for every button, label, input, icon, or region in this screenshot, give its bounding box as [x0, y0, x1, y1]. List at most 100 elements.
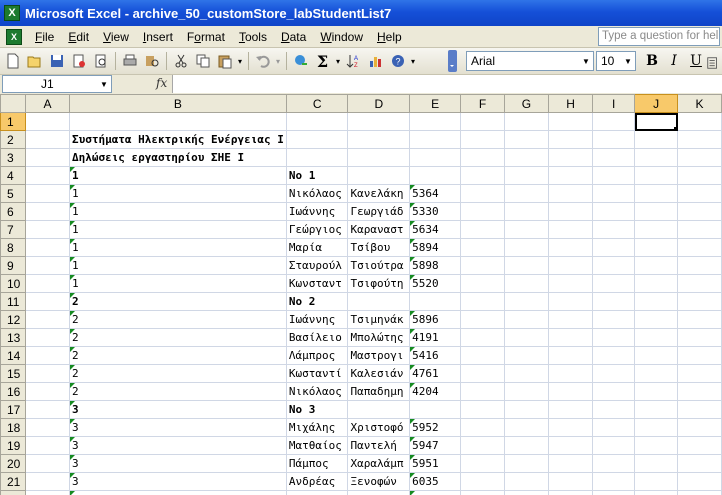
cell-f16[interactable]: [460, 382, 505, 401]
cell-d12[interactable]: Τσιμηνάκ: [347, 310, 411, 329]
cell-j20[interactable]: [634, 454, 679, 473]
cell-c19[interactable]: Ματθαίος: [285, 436, 349, 455]
cell-g11[interactable]: [503, 292, 550, 311]
cell-k15[interactable]: [677, 364, 722, 383]
cell-c20[interactable]: Πάμπος: [285, 454, 349, 473]
cell-i3[interactable]: [592, 148, 636, 167]
cell-i6[interactable]: [592, 202, 636, 221]
row-header[interactable]: 7: [0, 220, 27, 239]
cell-b16[interactable]: 2: [68, 382, 287, 401]
cell-k12[interactable]: [677, 310, 722, 329]
cell-h12[interactable]: [548, 310, 594, 329]
cell-e12[interactable]: 5896: [409, 310, 462, 329]
cell-a4[interactable]: [25, 166, 70, 185]
cell-d17[interactable]: [347, 400, 411, 419]
cell-c12[interactable]: Ιωάννης: [285, 310, 349, 329]
cell-k19[interactable]: [677, 436, 722, 455]
cell-c4[interactable]: Νο 1: [285, 166, 349, 185]
cell-f22[interactable]: [460, 490, 505, 495]
cell-h11[interactable]: [548, 292, 594, 311]
cell-a10[interactable]: [25, 274, 70, 293]
cell-c13[interactable]: Βασίλειο: [285, 328, 349, 347]
cell-k20[interactable]: [677, 454, 722, 473]
cell-j10[interactable]: [634, 274, 679, 293]
cell-g10[interactable]: [503, 274, 550, 293]
cell-d21[interactable]: Ξενοφών: [347, 472, 411, 491]
cell-k2[interactable]: [677, 130, 722, 149]
row-header[interactable]: 6: [0, 202, 27, 221]
hyperlink-icon[interactable]: [290, 51, 311, 72]
column-header-f[interactable]: F: [460, 94, 505, 113]
cell-g2[interactable]: [503, 130, 550, 149]
open-icon[interactable]: [24, 51, 45, 72]
print-icon[interactable]: [119, 51, 140, 72]
row-header[interactable]: 17: [0, 400, 27, 419]
cell-f5[interactable]: [460, 184, 505, 203]
cell-b18[interactable]: 3: [68, 418, 287, 437]
cell-g17[interactable]: [503, 400, 550, 419]
cell-c10[interactable]: Κωνσταντ: [285, 274, 349, 293]
font-size-select[interactable]: 10 ▼: [596, 51, 636, 71]
cell-a20[interactable]: [25, 454, 70, 473]
cell-i22[interactable]: [592, 490, 636, 495]
row-header[interactable]: 18: [0, 418, 27, 437]
cell-b8[interactable]: 1: [68, 238, 287, 257]
cell-i20[interactable]: [592, 454, 636, 473]
cell-f8[interactable]: [460, 238, 505, 257]
cell-c16[interactable]: Νικόλαος: [285, 382, 349, 401]
row-header[interactable]: 13: [0, 328, 27, 347]
cell-h6[interactable]: [548, 202, 594, 221]
toolbar-overflow-icon[interactable]: [706, 52, 720, 73]
cell-h4[interactable]: [548, 166, 594, 185]
cell-k9[interactable]: [677, 256, 722, 275]
save-icon[interactable]: [46, 51, 67, 72]
chevron-down-icon[interactable]: ▼: [98, 76, 110, 92]
cell-e20[interactable]: 5951: [409, 454, 462, 473]
toolbar-options-icon[interactable]: [448, 50, 457, 72]
cell-b1[interactable]: [68, 112, 287, 131]
column-header-b[interactable]: B: [68, 94, 287, 113]
cell-j14[interactable]: [634, 346, 679, 365]
cell-a22[interactable]: [25, 490, 70, 495]
cell-b17[interactable]: 3: [68, 400, 287, 419]
cell-f11[interactable]: [460, 292, 505, 311]
cell-c11[interactable]: Νο 2: [285, 292, 349, 311]
cell-d16[interactable]: Παπαδημη: [347, 382, 411, 401]
cell-b19[interactable]: 3: [68, 436, 287, 455]
cell-i2[interactable]: [592, 130, 636, 149]
cell-h10[interactable]: [548, 274, 594, 293]
cell-c8[interactable]: Μαρία: [285, 238, 349, 257]
row-header[interactable]: 1: [0, 112, 27, 131]
cell-g18[interactable]: [503, 418, 550, 437]
menu-insert[interactable]: Insert: [136, 30, 180, 44]
cell-e8[interactable]: 5894: [409, 238, 462, 257]
cell-e2[interactable]: [409, 130, 462, 149]
cell-b2[interactable]: Συστήματα Ηλεκτρικής Ενέργειας Ι: [68, 130, 287, 149]
cell-e15[interactable]: 4761: [409, 364, 462, 383]
cell-a18[interactable]: [25, 418, 70, 437]
menu-data[interactable]: Data: [274, 30, 313, 44]
cell-g13[interactable]: [503, 328, 550, 347]
cell-g4[interactable]: [503, 166, 550, 185]
cell-h17[interactable]: [548, 400, 594, 419]
row-header[interactable]: 14: [0, 346, 27, 365]
cell-e11[interactable]: [409, 292, 462, 311]
cell-h3[interactable]: [548, 148, 594, 167]
cell-i7[interactable]: [592, 220, 636, 239]
cell-g12[interactable]: [503, 310, 550, 329]
print-preview-icon[interactable]: [90, 51, 111, 72]
cell-k14[interactable]: [677, 346, 722, 365]
cell-i10[interactable]: [592, 274, 636, 293]
permission-icon[interactable]: [68, 51, 89, 72]
cell-b10[interactable]: 1: [68, 274, 287, 293]
cell-e5[interactable]: 5364: [409, 184, 462, 203]
cell-i21[interactable]: [592, 472, 636, 491]
column-header-c[interactable]: C: [285, 94, 349, 113]
cell-e22[interactable]: 5361: [409, 490, 462, 495]
cell-f19[interactable]: [460, 436, 505, 455]
cell-f7[interactable]: [460, 220, 505, 239]
cell-b7[interactable]: 1: [68, 220, 287, 239]
cell-i17[interactable]: [592, 400, 636, 419]
column-header-h[interactable]: H: [548, 94, 594, 113]
cell-j18[interactable]: [634, 418, 679, 437]
